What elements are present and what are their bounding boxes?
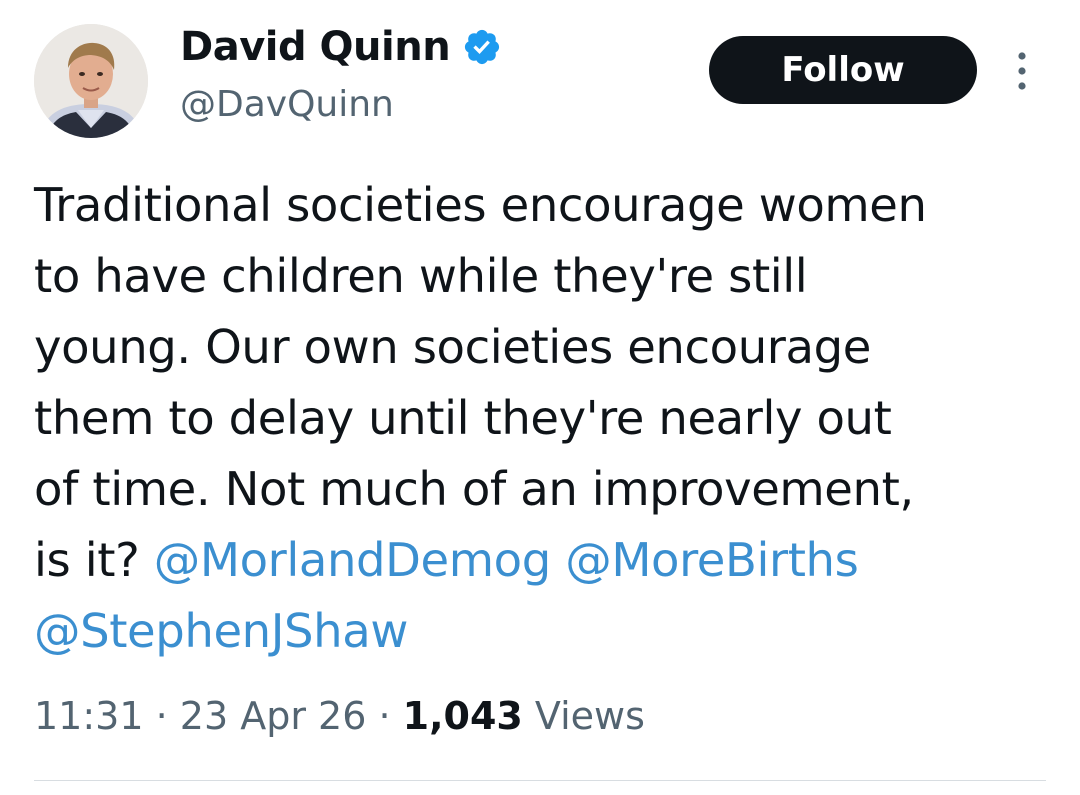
tweet-text-segment: is it? [34, 533, 154, 587]
tweet-date[interactable]: 23 Apr 26 [180, 694, 367, 738]
display-name[interactable]: David Quinn [180, 22, 502, 72]
meta-separator: · [366, 694, 403, 738]
mention-link-stephenjshaw[interactable]: @StephenJShaw [34, 604, 408, 658]
avatar[interactable] [34, 24, 148, 138]
tweet-text-line: Traditional societies encourage women [34, 178, 927, 232]
mention-link-morebirths[interactable]: @MoreBirths [565, 533, 859, 587]
tweet-time[interactable]: 11:31 [34, 694, 144, 738]
profile-photo [34, 24, 148, 138]
tweet-meta: 11:31 · 23 Apr 26 · 1,043 Views [34, 690, 645, 742]
tweet-text-line: them to delay until they're nearly out [34, 391, 892, 445]
tweet-text: Traditional societies encourage women to… [34, 170, 1054, 667]
tweet-text-line: @StephenJShaw [34, 596, 1054, 667]
views-count: 1,043 [402, 694, 523, 738]
views-label: Views [522, 694, 645, 738]
display-name-text: David Quinn [180, 24, 451, 70]
meta-separator: · [143, 694, 180, 738]
tweet-text-line: to have children while they're still [34, 249, 808, 303]
tweet-text-line: young. Our own societies encourage [34, 320, 871, 374]
tweet-text-line: of time. Not much of an improvement, [34, 462, 914, 516]
tweet-text-line: is it? @MorlandDemog @MoreBirths [34, 525, 1054, 596]
verified-badge-icon [465, 29, 500, 65]
more-vertical-icon[interactable] [1008, 50, 1036, 92]
follow-button[interactable]: Follow [709, 36, 977, 104]
user-handle[interactable]: @DavQuinn [180, 82, 394, 128]
mention-link-morlanddemog[interactable]: @MorlandDemog [154, 533, 551, 587]
divider [34, 780, 1046, 781]
